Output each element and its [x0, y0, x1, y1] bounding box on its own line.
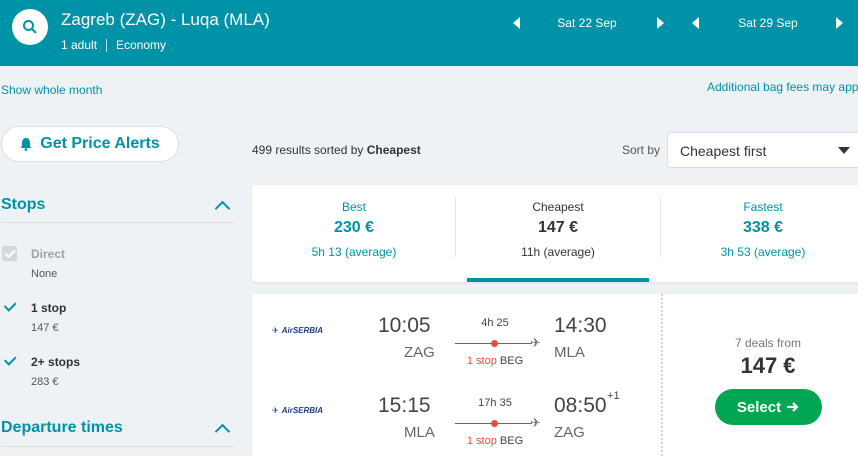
tab-best-duration: 5h 13 (average)	[311, 245, 397, 259]
outbound-stop-dot	[491, 340, 498, 347]
sort-label: Sort by	[622, 143, 661, 157]
tab-best-name: Best	[341, 200, 366, 214]
outbound-arrival-time: 14:30	[554, 314, 607, 338]
return-prev-icon[interactable]	[692, 17, 699, 29]
outbound-departure-time: 10:05	[378, 314, 431, 337]
show-whole-month-link[interactable]: Show whole month	[1, 83, 102, 97]
airline-logo: ✈ AirSERBIA	[272, 406, 323, 415]
two-plus-stops-label: 2+ stops	[31, 355, 81, 369]
airline-wing-icon: ✈	[272, 326, 279, 335]
return-next-icon[interactable]	[836, 17, 843, 29]
outbound-arrival-code: MLA	[554, 344, 585, 361]
inbound-departure-code: MLA	[404, 424, 435, 441]
inbound-stop-dot	[491, 420, 498, 427]
one-stop-checkbox[interactable]	[2, 300, 17, 315]
two-plus-stops-checkbox[interactable]	[2, 354, 17, 369]
passengers-label: 1 adult	[61, 38, 98, 52]
chevron-up-icon[interactable]	[214, 200, 231, 217]
tab-fastest-name: Fastest	[743, 200, 783, 214]
card-divider	[661, 294, 663, 456]
sort-select[interactable]: Cheapest first	[667, 132, 858, 168]
price-alerts-button[interactable]: Get Price Alerts	[1, 126, 179, 162]
result-price: 147 €	[740, 353, 796, 378]
plane-icon: ✈	[530, 415, 541, 430]
inbound-departure-time: 15:15	[378, 394, 431, 417]
direct-checkbox[interactable]	[2, 246, 17, 261]
sort-tabs: Best 230 € 5h 13 (average) Cheapest 147 …	[252, 185, 858, 282]
inbound-arrival-code: ZAG	[554, 424, 585, 441]
two-plus-stops-price: 283 €	[31, 376, 59, 388]
one-stop-label: 1 stop	[31, 301, 67, 315]
direct-label: Direct	[31, 247, 66, 261]
search-icon	[23, 20, 37, 34]
inbound-arrival-time: 08:50 +1	[554, 390, 620, 418]
results-count-text: 499 results sorted by	[252, 143, 367, 157]
outbound-stops-via: BEG	[499, 355, 524, 367]
inbound-day-offset: +1	[607, 390, 620, 402]
select-label: Select	[736, 398, 782, 416]
results-count: 499 results sorted by Cheapest	[252, 143, 421, 157]
results-sorted-by: Cheapest	[366, 143, 421, 157]
depart-date[interactable]: Sat 22 Sep	[537, 16, 637, 30]
airline-logo: ✈ AirSERBIA	[272, 326, 323, 335]
inbound-arrival-time-text: 08:50	[554, 394, 607, 417]
chevron-up-icon[interactable]	[214, 423, 231, 440]
outbound-arrival-time-text: 14:30	[554, 314, 607, 337]
meta-divider	[106, 38, 108, 52]
trip-meta[interactable]: 1 adult Economy	[61, 38, 166, 52]
departure-times-title[interactable]: Departure times	[1, 419, 123, 437]
tab-fastest[interactable]: Fastest 338 € 3h 53 (average)	[660, 185, 858, 282]
airline-wing-icon: ✈	[272, 406, 279, 415]
outbound-stops-count: 1 stop	[466, 355, 497, 367]
outbound-duration: 4h 25	[481, 317, 509, 329]
tab-best-price: 230 €	[333, 219, 375, 236]
one-stop-price: 147 €	[31, 322, 59, 334]
outbound-stops: 1 stop BEG	[455, 355, 535, 367]
arrow-right-icon	[787, 402, 799, 412]
plane-icon: ✈	[530, 335, 541, 350]
select-button[interactable]: Select	[715, 389, 822, 425]
inbound-duration: 17h 35	[478, 397, 512, 409]
depart-prev-icon[interactable]	[513, 17, 520, 29]
bag-fees-link[interactable]: Additional bag fees may app	[707, 80, 858, 94]
tab-fastest-price: 338 €	[742, 219, 784, 236]
inbound-stops: 1 stop BEG	[455, 435, 535, 447]
tab-cheapest-name: Cheapest	[532, 200, 584, 214]
tab-cheapest-duration: 11h (average)	[521, 245, 595, 259]
bell-icon	[20, 138, 32, 151]
airline-name: AirSERBIA	[281, 406, 324, 415]
tab-best[interactable]: Best 230 € 5h 13 (average)	[252, 185, 456, 282]
direct-price: None	[31, 268, 58, 280]
stops-filter-title[interactable]: Stops	[1, 196, 45, 214]
depart-next-icon[interactable]	[657, 17, 664, 29]
outbound-departure-code: ZAG	[404, 344, 435, 361]
active-tab-indicator	[467, 278, 649, 282]
tab-fastest-duration: 3h 53 (average)	[720, 245, 806, 259]
tab-cheapest-price: 147 €	[537, 219, 579, 236]
cabin-label: Economy	[116, 38, 167, 52]
search-header: Zagreb (ZAG) - Luqa (MLA) 1 adult Econom…	[0, 0, 858, 66]
inbound-stops-via: BEG	[499, 435, 524, 447]
deals-count[interactable]: 7 deals from	[693, 336, 843, 350]
airline-name: AirSERBIA	[281, 326, 324, 335]
result-card[interactable]: ✈ AirSERBIA 10:05 ZAG 4h 25 ✈ 1 stop BEG …	[252, 294, 858, 456]
filter-divider	[1, 222, 234, 223]
tab-cheapest[interactable]: Cheapest 147 € 11h (average)	[456, 185, 660, 282]
route-title[interactable]: Zagreb (ZAG) - Luqa (MLA)	[61, 10, 270, 30]
search-button[interactable]	[12, 9, 48, 45]
filter-divider	[1, 446, 234, 447]
inbound-stops-count: 1 stop	[466, 435, 497, 447]
chevron-down-icon[interactable]	[838, 147, 850, 154]
return-date[interactable]: Sat 29 Sep	[718, 16, 818, 30]
price-alerts-label: Get Price Alerts	[40, 135, 160, 152]
